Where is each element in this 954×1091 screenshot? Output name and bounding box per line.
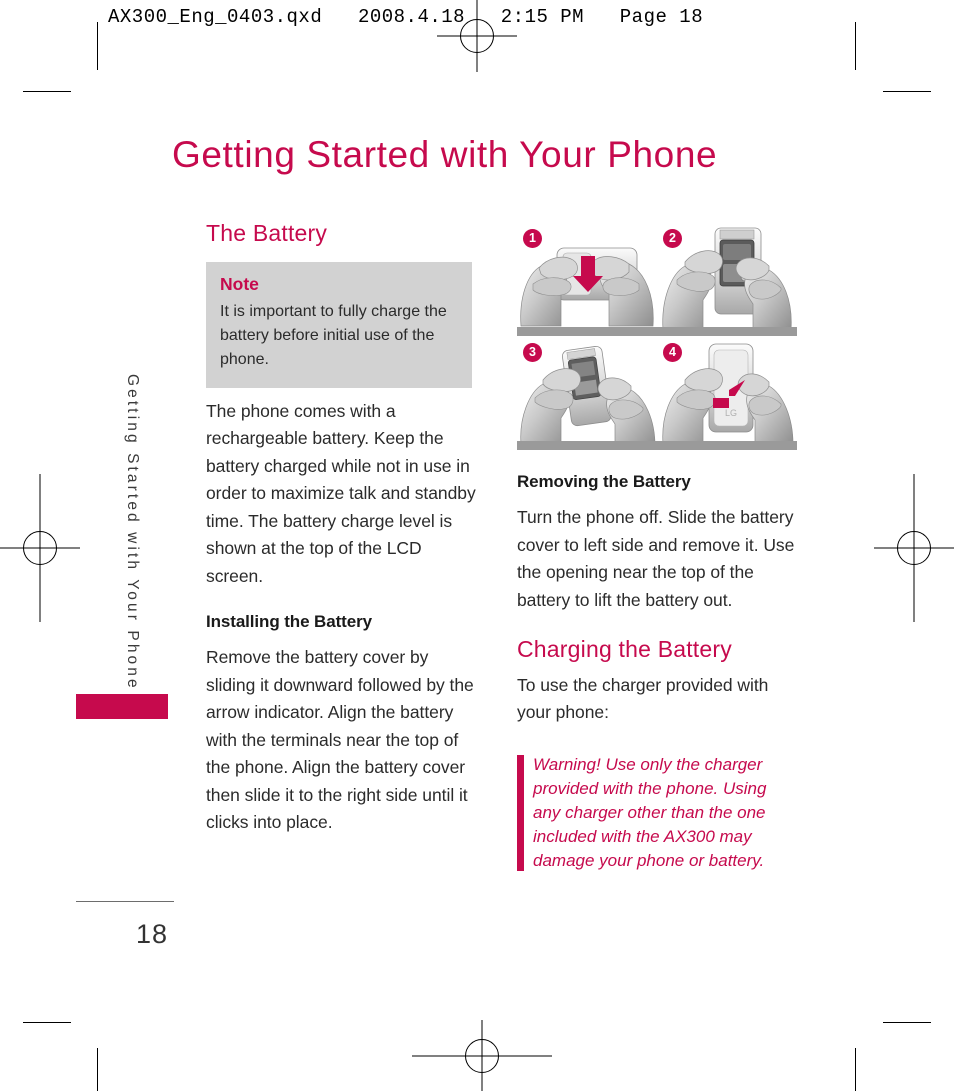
photo-step-2: 2 — [657, 222, 797, 336]
heading-removing-the-battery: Removing the Battery — [517, 472, 691, 491]
photo-step-4: LG 4 — [657, 336, 797, 450]
page-number: 18 — [136, 919, 169, 949]
photo-step-3: 3 — [517, 336, 657, 450]
footer-rule — [76, 901, 174, 902]
note-text: It is important to fully charge the batt… — [220, 302, 447, 368]
photo-step-badge-2: 2 — [663, 229, 682, 248]
photo-step-badge-3: 3 — [523, 343, 542, 362]
charging-paragraph: To use the charger provided with your ph… — [517, 674, 769, 723]
manual-page: Getting Started with Your Phone Getting … — [0, 0, 954, 1091]
warning-text: Warning! Use only the charger provided w… — [533, 754, 767, 870]
heading-the-battery: The Battery — [206, 220, 328, 246]
warning-accent-bar — [517, 754, 524, 871]
note-title: Note — [220, 273, 259, 294]
running-head-vertical: Getting Started with Your Phone — [124, 374, 141, 691]
heading-installing-the-battery: Installing the Battery — [206, 612, 372, 632]
warning-box: Warning! Use only the charger provided w… — [517, 753, 797, 873]
heading-charging-the-battery: Charging the Battery — [517, 636, 732, 662]
photo-step-1: 1 — [517, 222, 657, 336]
removing-paragraph: Turn the phone off. Slide the battery co… — [517, 507, 795, 610]
photo-step-2-baseline — [657, 327, 797, 336]
page-title: Getting Started with Your Phone — [172, 134, 718, 175]
photo-step-1-baseline — [517, 327, 657, 336]
battery-intro-paragraph: The phone comes with a rechargeable batt… — [206, 400, 476, 586]
svg-text:LG: LG — [725, 408, 737, 418]
photo-step-4-baseline — [657, 441, 797, 450]
photo-step-badge-1: 1 — [523, 229, 542, 248]
photo-row-top: 1 2 — [517, 222, 797, 336]
photo-row-bottom: 3 LG 4 — [517, 336, 797, 450]
photo-step-3-baseline — [517, 441, 657, 450]
installing-paragraph: Remove the battery cover by sliding it d… — [206, 647, 474, 833]
battery-photo-grid: 1 2 3 LG 4 — [517, 222, 797, 450]
photo-step-badge-4: 4 — [663, 343, 682, 362]
note-box: Note It is important to fully charge the… — [206, 261, 472, 388]
left-column: The Battery Note It is important to full… — [206, 220, 478, 859]
section-tab-marker — [76, 694, 168, 719]
right-column: Removing the Battery Turn the phone off.… — [517, 472, 797, 873]
